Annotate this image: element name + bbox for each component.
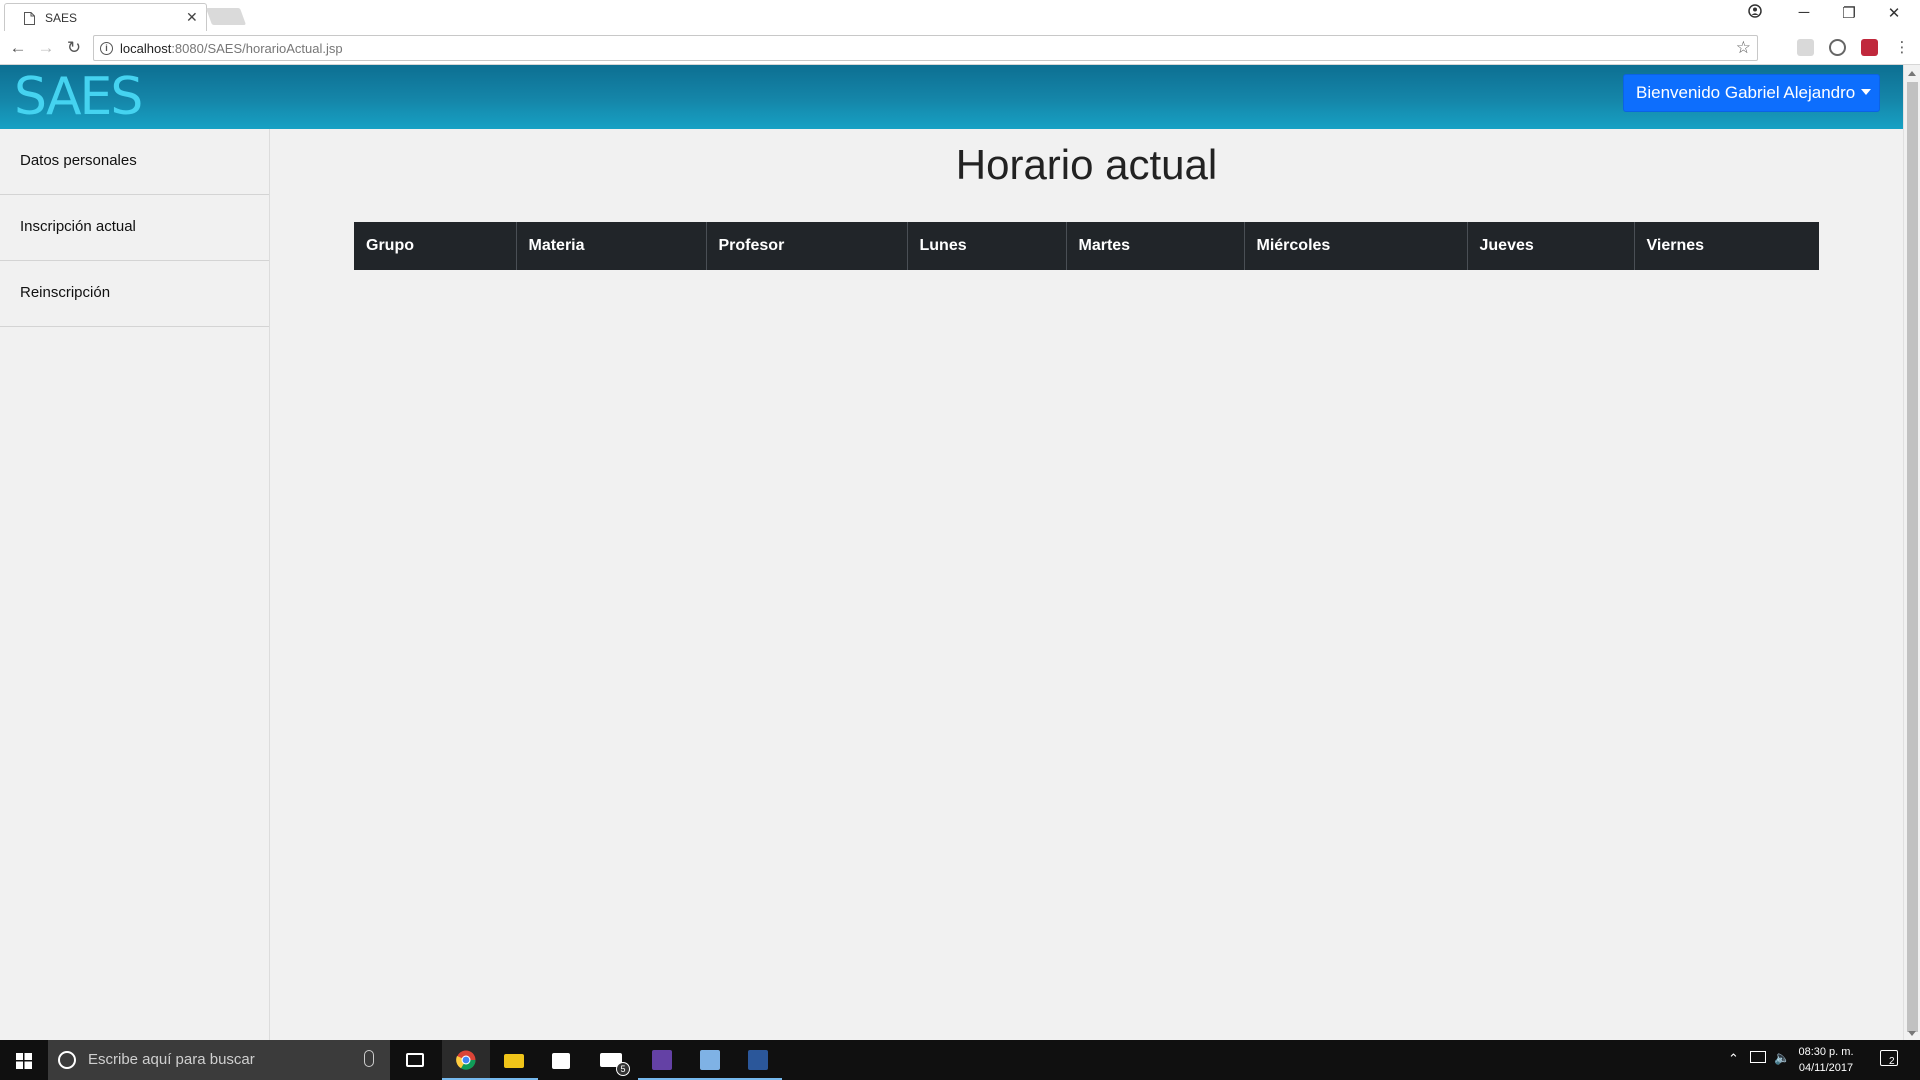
mail-icon[interactable]: 5 (586, 1040, 634, 1080)
clock-time: 08:30 p. m. (1798, 1046, 1854, 1058)
address-bar[interactable]: i localhost:8080/SAES/horarioActual.jsp … (93, 35, 1758, 61)
twitch-icon[interactable] (638, 1040, 686, 1080)
saes-logo[interactable]: SAES (14, 70, 166, 122)
column-header-grupo: Grupo (354, 222, 516, 270)
volume-icon[interactable]: 🔈 (1774, 1050, 1790, 1080)
column-header-jueves: Jueves (1466, 222, 1634, 270)
back-icon[interactable]: ← (8, 38, 28, 58)
forward-icon[interactable]: → (36, 38, 56, 58)
site-header: SAES Bienvenido Gabriel Alejandro (0, 65, 1903, 129)
column-header-profesor: Profesor (705, 222, 907, 270)
table-header-row: Grupo Materia Profesor Lunes Martes Miér… (354, 222, 1819, 270)
extension-icon[interactable] (1797, 39, 1814, 56)
word-icon[interactable] (734, 1040, 782, 1080)
windows-taskbar: Escribe aquí para buscar 5 ⌃ 🔈 08:30 p. … (0, 1040, 1920, 1080)
close-tab-icon[interactable]: ✕ (186, 9, 198, 26)
cortana-icon (58, 1051, 76, 1069)
clock-date: 04/11/2017 (1798, 1062, 1854, 1074)
browser-toolbar: ← → ↻ i localhost:8080/SAES/horarioActua… (0, 31, 1920, 65)
windows-logo-icon (16, 1053, 32, 1069)
reload-icon[interactable]: ↻ (64, 38, 84, 58)
svg-text:SAES: SAES (14, 70, 141, 122)
chrome-taskbar-icon[interactable] (442, 1040, 490, 1080)
browser-tabstrip: SAES ✕ ─ ❐ ✕ (0, 0, 1920, 31)
column-header-viernes: Viernes (1633, 222, 1819, 270)
taskbar-search-box[interactable]: Escribe aquí para buscar (48, 1040, 390, 1080)
column-header-miercoles: Miércoles (1243, 222, 1467, 270)
sidebar-item-datos-personales[interactable]: Datos personales (0, 129, 269, 195)
file-explorer-icon[interactable] (490, 1040, 538, 1080)
scrollbar-thumb[interactable] (1907, 82, 1918, 1032)
minimize-icon[interactable]: ─ (1789, 4, 1819, 21)
microphone-icon[interactable] (364, 1050, 374, 1067)
mail-badge: 5 (616, 1062, 630, 1076)
page-title: Horario actual (955, 141, 1218, 188)
user-menu-button[interactable]: Bienvenido Gabriel Alejandro (1623, 74, 1880, 112)
page-icon (24, 12, 35, 25)
taskbar-clock[interactable]: 08:30 p. m. 04/11/2017 (1790, 1044, 1862, 1076)
column-header-lunes: Lunes (906, 222, 1066, 270)
scroll-up-arrow-icon[interactable] (1908, 71, 1916, 76)
schedule-table: Grupo Materia Profesor Lunes Martes Miér… (354, 222, 1819, 270)
sidebar: Datos personales Inscripción actual Rein… (0, 129, 270, 1040)
extension-eye-icon[interactable] (1829, 39, 1846, 56)
notifications-count: 2 (1889, 1056, 1895, 1067)
restore-icon[interactable]: ❐ (1834, 4, 1864, 22)
browser-tab[interactable]: SAES ✕ (4, 3, 207, 31)
caret-down-icon (1861, 89, 1872, 95)
info-icon[interactable]: i (100, 42, 113, 55)
box-app-icon[interactable] (686, 1040, 734, 1080)
url-text[interactable]: localhost:8080/SAES/horarioActual.jsp (120, 41, 343, 56)
new-tab-button[interactable] (205, 8, 247, 25)
close-window-icon[interactable]: ✕ (1879, 4, 1909, 22)
start-button[interactable] (0, 1040, 48, 1080)
profile-icon[interactable] (1740, 4, 1770, 22)
sidebar-item-reinscripcion[interactable]: Reinscripción (0, 261, 269, 327)
column-header-martes: Martes (1065, 222, 1244, 270)
tab-title: SAES (45, 11, 78, 25)
bookmark-star-icon[interactable]: ☆ (1736, 38, 1751, 58)
action-center-icon[interactable]: 2 (1880, 1050, 1898, 1067)
scroll-down-arrow-icon[interactable] (1908, 1031, 1916, 1036)
menu-icon[interactable]: ⋮ (1892, 38, 1912, 58)
show-hidden-icons-icon[interactable]: ⌃ (1728, 1051, 1739, 1080)
extension-flag-icon[interactable] (1861, 39, 1878, 56)
network-icon[interactable] (1750, 1051, 1766, 1063)
search-placeholder: Escribe aquí para buscar (88, 1051, 255, 1068)
column-header-materia: Materia (515, 222, 706, 270)
sidebar-item-inscripcion-actual[interactable]: Inscripción actual (0, 195, 269, 261)
store-icon[interactable] (538, 1040, 586, 1080)
page-scrollbar[interactable] (1903, 65, 1920, 1040)
task-view-icon[interactable] (392, 1040, 440, 1080)
